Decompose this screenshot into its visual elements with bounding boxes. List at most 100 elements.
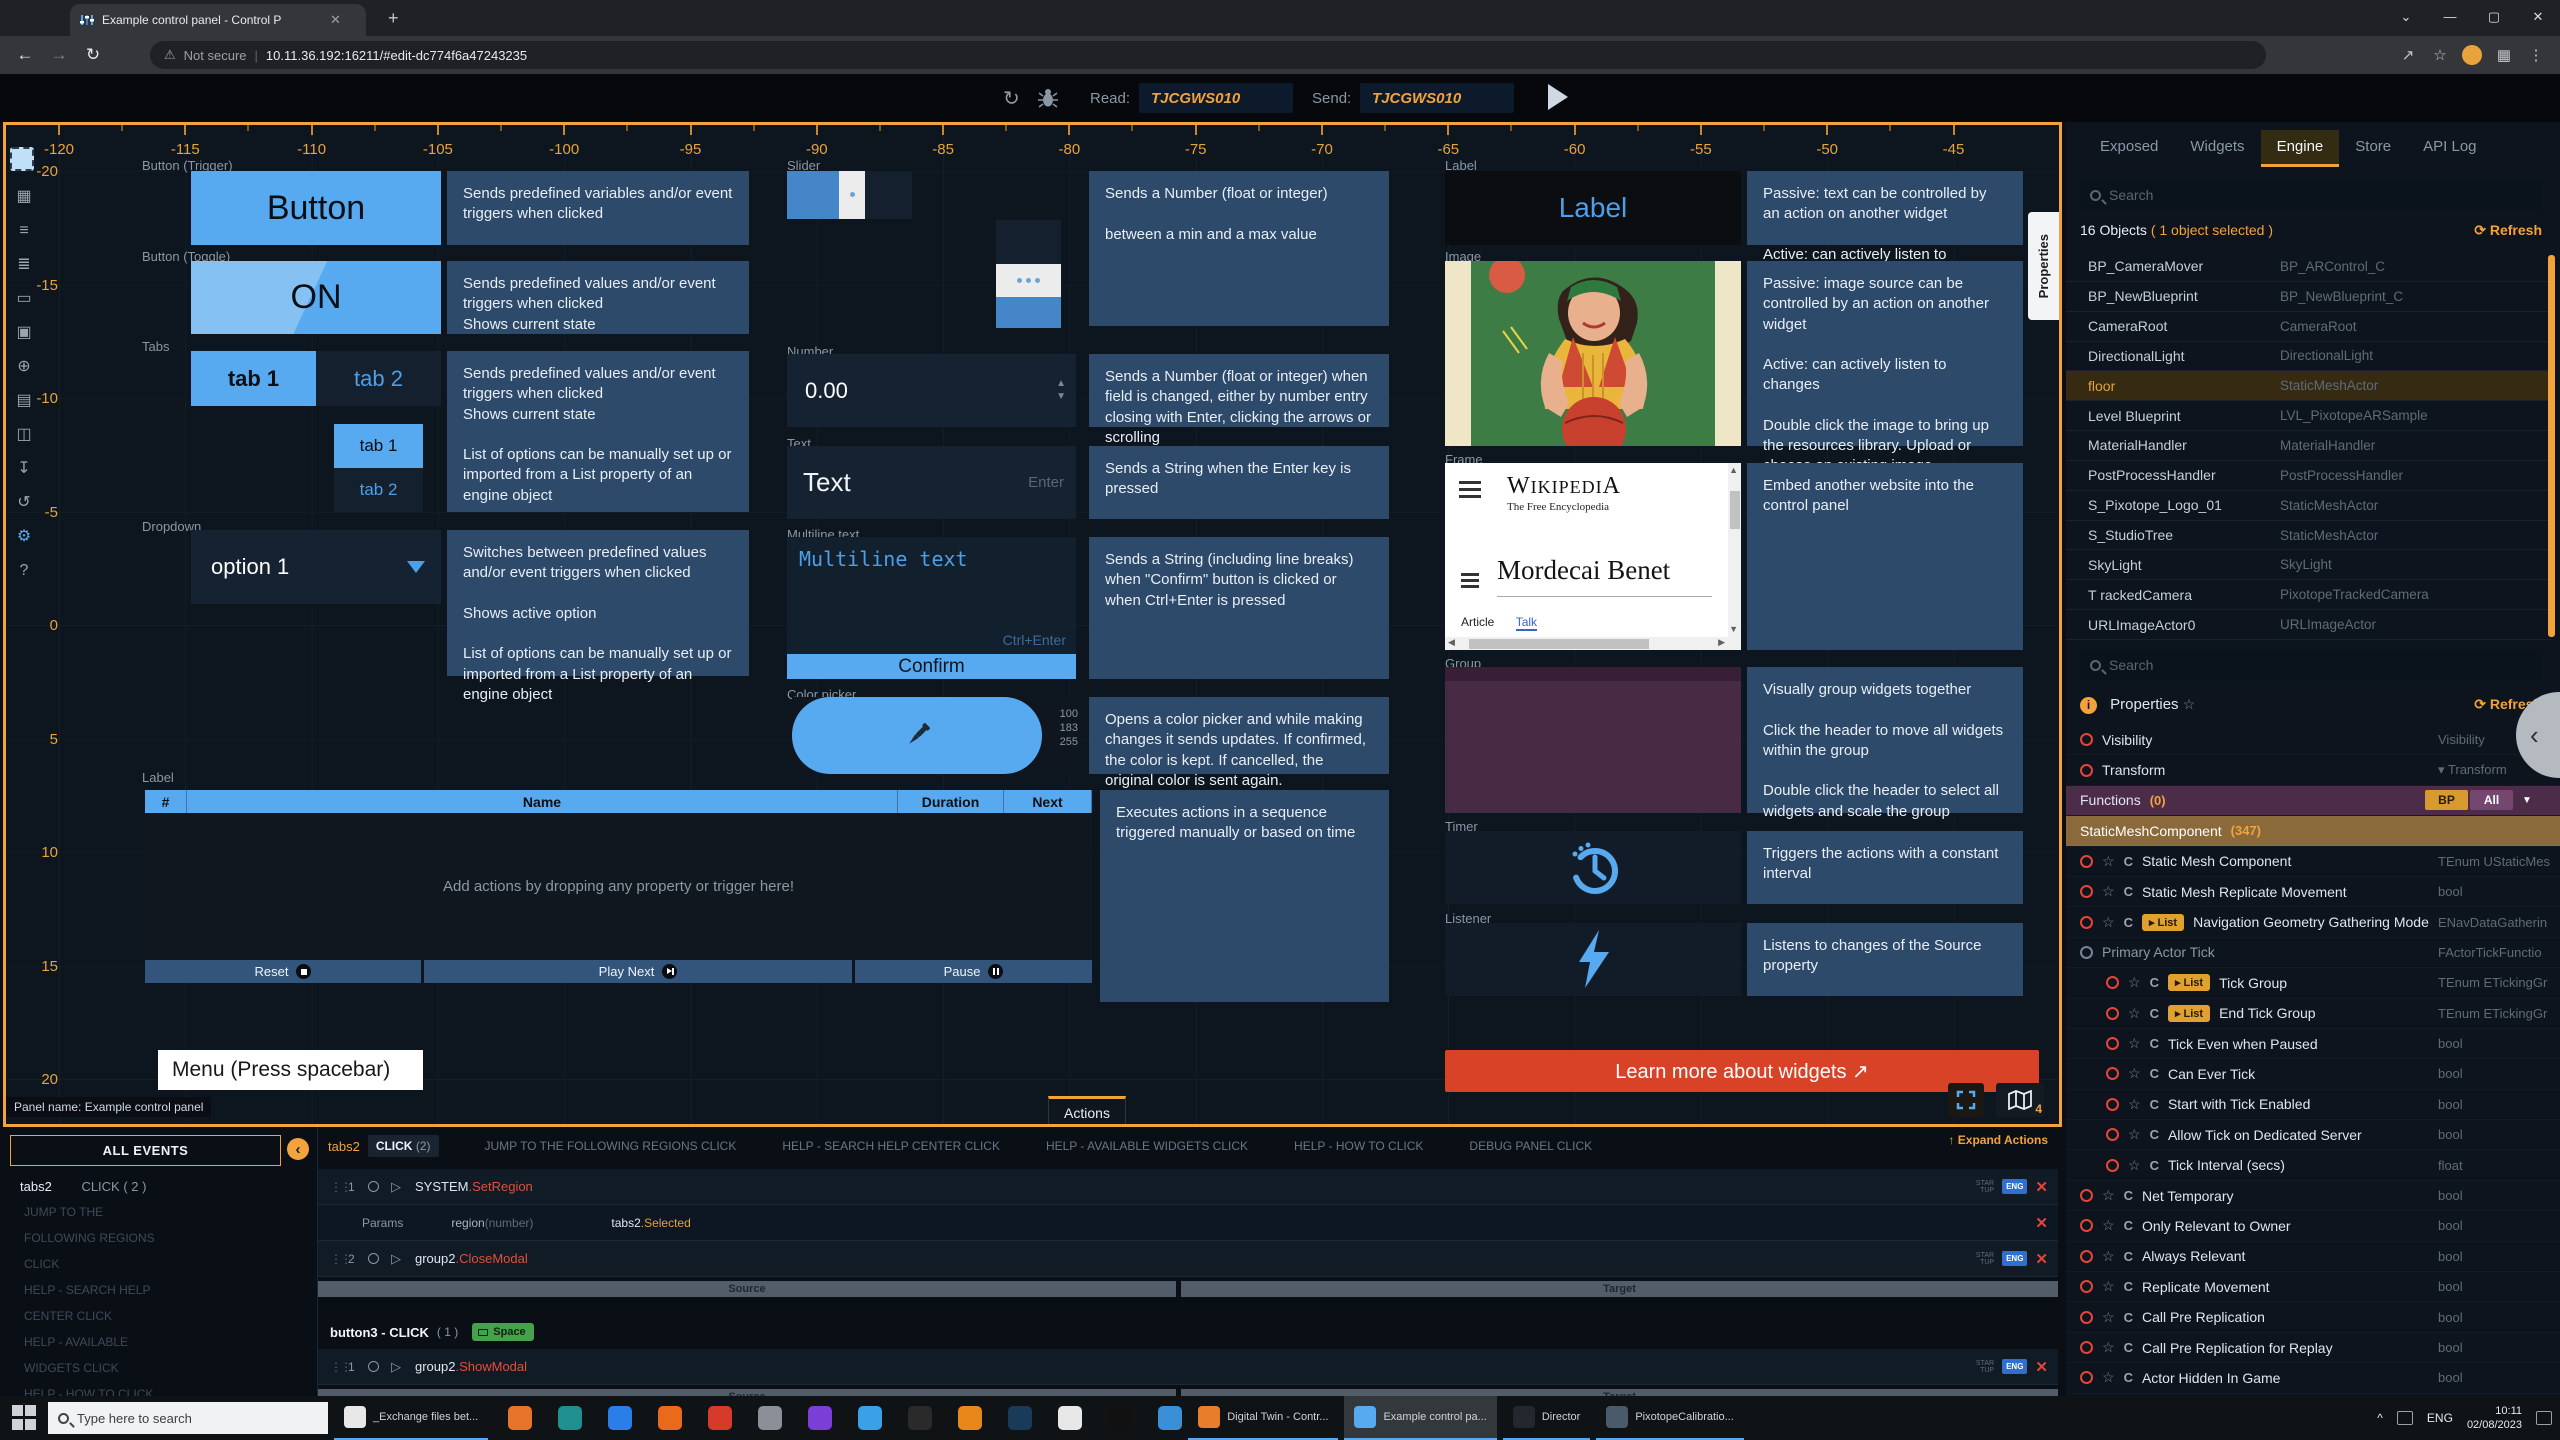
tab-2[interactable]: tab 2 — [316, 351, 441, 406]
play-button[interactable] — [1548, 84, 1568, 110]
object-row[interactable]: SkyLightSkyLight — [2066, 550, 2552, 580]
favorite-star-icon[interactable]: ☆ — [2102, 1217, 2115, 1234]
objects-refresh-button[interactable]: ⟳ Refresh — [2474, 222, 2542, 239]
favorite-star-icon[interactable]: ☆ — [2128, 1096, 2141, 1113]
object-row[interactable]: BP_NewBlueprintBP_NewBlueprint_C — [2066, 282, 2552, 312]
pinned-app-icon-6[interactable] — [758, 1406, 782, 1430]
properties-side-tab[interactable]: Properties — [2028, 212, 2059, 320]
slider-widget[interactable] — [787, 171, 912, 219]
event-list-item[interactable]: JUMP TO THE — [24, 1205, 103, 1219]
drag-handle-icon[interactable]: ⋮⋮ — [330, 1360, 348, 1374]
favorite-star-icon[interactable]: ☆ — [2128, 974, 2141, 991]
delete-action-icon[interactable]: ✕ — [2035, 1250, 2048, 1268]
drag-handle-icon[interactable]: ⋮⋮ — [330, 1252, 348, 1266]
language-indicator[interactable]: ENG — [2427, 1411, 2453, 1425]
functions-header-row[interactable]: Functions(0)BPAll▼ — [2066, 786, 2560, 816]
record-circle-icon[interactable] — [2080, 1219, 2093, 1232]
target-drop-zone[interactable]: Target — [1181, 1281, 2058, 1297]
drag-handle-icon[interactable]: ⋮⋮ — [330, 1180, 348, 1194]
chevron-down-icon[interactable]: ▼ — [2522, 795, 2532, 806]
tray-notification-icon[interactable] — [2397, 1411, 2413, 1425]
dropdown-widget[interactable]: option 1 — [191, 530, 441, 604]
property-row[interactable]: ☆CAllow Tick on Dedicated Serverbool — [2066, 1120, 2560, 1150]
list-badge[interactable]: ▸ List — [2142, 914, 2184, 931]
frame-horizontal-scrollbar[interactable]: ◀ ▶ — [1445, 637, 1741, 650]
url-text[interactable]: 10.11.36.192:16211/#edit-dc774f6a4724323… — [266, 48, 527, 63]
record-circle-icon[interactable] — [2106, 1007, 2119, 1020]
step-down-icon[interactable]: ▼ — [1056, 392, 1066, 402]
object-row[interactable]: Level BlueprintLVL_PixotopeARSample — [2066, 401, 2552, 431]
favorite-star-icon[interactable]: ☆ — [2102, 1278, 2115, 1295]
settings-gear-icon[interactable]: ⚙ — [10, 523, 38, 551]
run-action-icon[interactable]: ▷ — [391, 1359, 401, 1375]
color-swatch[interactable] — [792, 697, 1042, 774]
object-row[interactable]: S_StudioTreeStaticMeshActor — [2066, 521, 2552, 551]
tray-chevron-icon[interactable]: ^ — [2377, 1411, 2383, 1425]
run-action-icon[interactable]: ▷ — [391, 1179, 401, 1195]
status-circle-icon[interactable] — [368, 1181, 379, 1192]
text-input-widget[interactable]: Text Enter — [787, 446, 1076, 519]
delete-param-icon[interactable]: ✕ — [2035, 1214, 2048, 1232]
reset-button[interactable]: Reset — [145, 960, 421, 983]
event-list-item[interactable]: FOLLOWING REGIONS — [24, 1231, 155, 1245]
all-filter-button[interactable]: All — [2470, 790, 2513, 810]
favorite-star-icon[interactable]: ☆ — [2102, 883, 2115, 900]
status-circle-icon[interactable] — [368, 1253, 379, 1264]
object-list-scrollbar[interactable] — [2548, 255, 2555, 637]
window-close-button[interactable]: ✕ — [2516, 0, 2560, 36]
taskbar-window-button[interactable]: Digital Twin - Contr... — [1188, 1396, 1338, 1440]
object-row[interactable]: S_Pixotope_Logo_01StaticMeshActor — [2066, 491, 2552, 521]
share-icon[interactable]: ↗ — [2392, 46, 2424, 64]
favorite-star-icon[interactable]: ☆ — [2102, 1339, 2115, 1356]
delete-action-icon[interactable]: ✕ — [2035, 1178, 2048, 1196]
forward-button[interactable]: → — [42, 45, 76, 65]
panel-tab-api-log[interactable]: API Log — [2407, 130, 2492, 167]
scroll-down-icon[interactable]: ▼ — [1729, 624, 1738, 634]
article-link[interactable]: Article — [1461, 615, 1494, 629]
favorite-star-icon[interactable]: ☆ — [2102, 1309, 2115, 1326]
record-circle-icon[interactable] — [2106, 1098, 2119, 1111]
event-group-header[interactable]: button3 - CLICK ( 1 ) Space — [318, 1318, 534, 1346]
frame-widget[interactable]: WIKIPEDIA The Free Encyclopedia Mordecai… — [1445, 463, 1741, 650]
event-list-item[interactable]: tabs2 CLICK ( 2 ) — [20, 1179, 146, 1194]
slider-handle[interactable] — [839, 171, 865, 219]
property-row[interactable]: ☆C▸ ListTick GroupTEnum ETickingGr — [2066, 968, 2560, 998]
property-row[interactable]: ☆CTick Interval (secs)float — [2066, 1150, 2560, 1180]
media-image-icon[interactable]: ▣ — [10, 319, 38, 347]
action-params-row[interactable]: Params region(number) tabs2.Selected ✕ — [318, 1205, 2058, 1241]
property-row[interactable]: ☆CActor Hidden In Gamebool — [2066, 1363, 2560, 1393]
favorite-star-icon[interactable]: ☆ — [2128, 1157, 2141, 1174]
object-row[interactable]: URLImageActor0URLImageActor — [2066, 610, 2552, 640]
hotkey-badge[interactable]: Space — [472, 1323, 533, 1341]
talk-link[interactable]: Talk — [1516, 615, 1537, 631]
record-circle-icon[interactable] — [2080, 946, 2093, 959]
record-circle-icon[interactable] — [2080, 1280, 2093, 1293]
scroll-up-icon[interactable]: ▲ — [1729, 465, 1738, 475]
event-tab[interactable]: DEBUG PANEL CLICK — [1469, 1139, 1592, 1153]
reload-button[interactable]: ↻ — [76, 45, 110, 65]
favorite-star-icon[interactable]: ☆ — [2102, 1187, 2115, 1204]
pinned-app-icon-1[interactable] — [508, 1406, 532, 1430]
pinned-app-icon-3[interactable] — [608, 1406, 632, 1430]
scroll-right-icon[interactable]: ▶ — [1718, 637, 1725, 648]
record-circle-icon[interactable] — [2106, 1067, 2119, 1080]
window-chevron-icon[interactable]: ⌄ — [2384, 0, 2428, 36]
action-row[interactable]: ⋮⋮ 1 ▷ group2.ShowModal STARTUP ENG ✕ — [318, 1349, 2058, 1385]
object-row[interactable]: T rackedCameraPixotopeTrackedCamera — [2066, 580, 2552, 610]
taskbar-window-button[interactable]: PixotopeCalibratio... — [1596, 1396, 1743, 1440]
record-circle-icon[interactable] — [2106, 1128, 2119, 1141]
widgets-grid-icon[interactable]: ▦ — [10, 183, 38, 211]
panel-tab-exposed[interactable]: Exposed — [2084, 130, 2174, 167]
event-list-item[interactable]: CENTER CLICK — [24, 1309, 112, 1323]
save-icon[interactable]: ◫ — [10, 421, 38, 449]
object-row[interactable]: PostProcessHandlerPostProcessHandler — [2066, 461, 2552, 491]
browser-tab[interactable]: Example control panel - Control P ✕ — [70, 4, 366, 36]
sidebar-collapse-icon[interactable]: ‹ — [287, 1138, 309, 1160]
record-circle-icon[interactable] — [2106, 976, 2119, 989]
record-circle-icon[interactable] — [2080, 1189, 2093, 1202]
event-tab[interactable]: HELP - SEARCH HELP CENTER CLICK — [782, 1139, 1000, 1153]
all-events-button[interactable]: ALL EVENTS — [10, 1135, 281, 1166]
button-trigger-widget[interactable]: Button — [191, 171, 441, 245]
number-widget[interactable]: 0.00 ▲▼ — [787, 354, 1076, 427]
frame-vertical-scrollbar[interactable]: ▲ ▼ — [1728, 463, 1741, 650]
